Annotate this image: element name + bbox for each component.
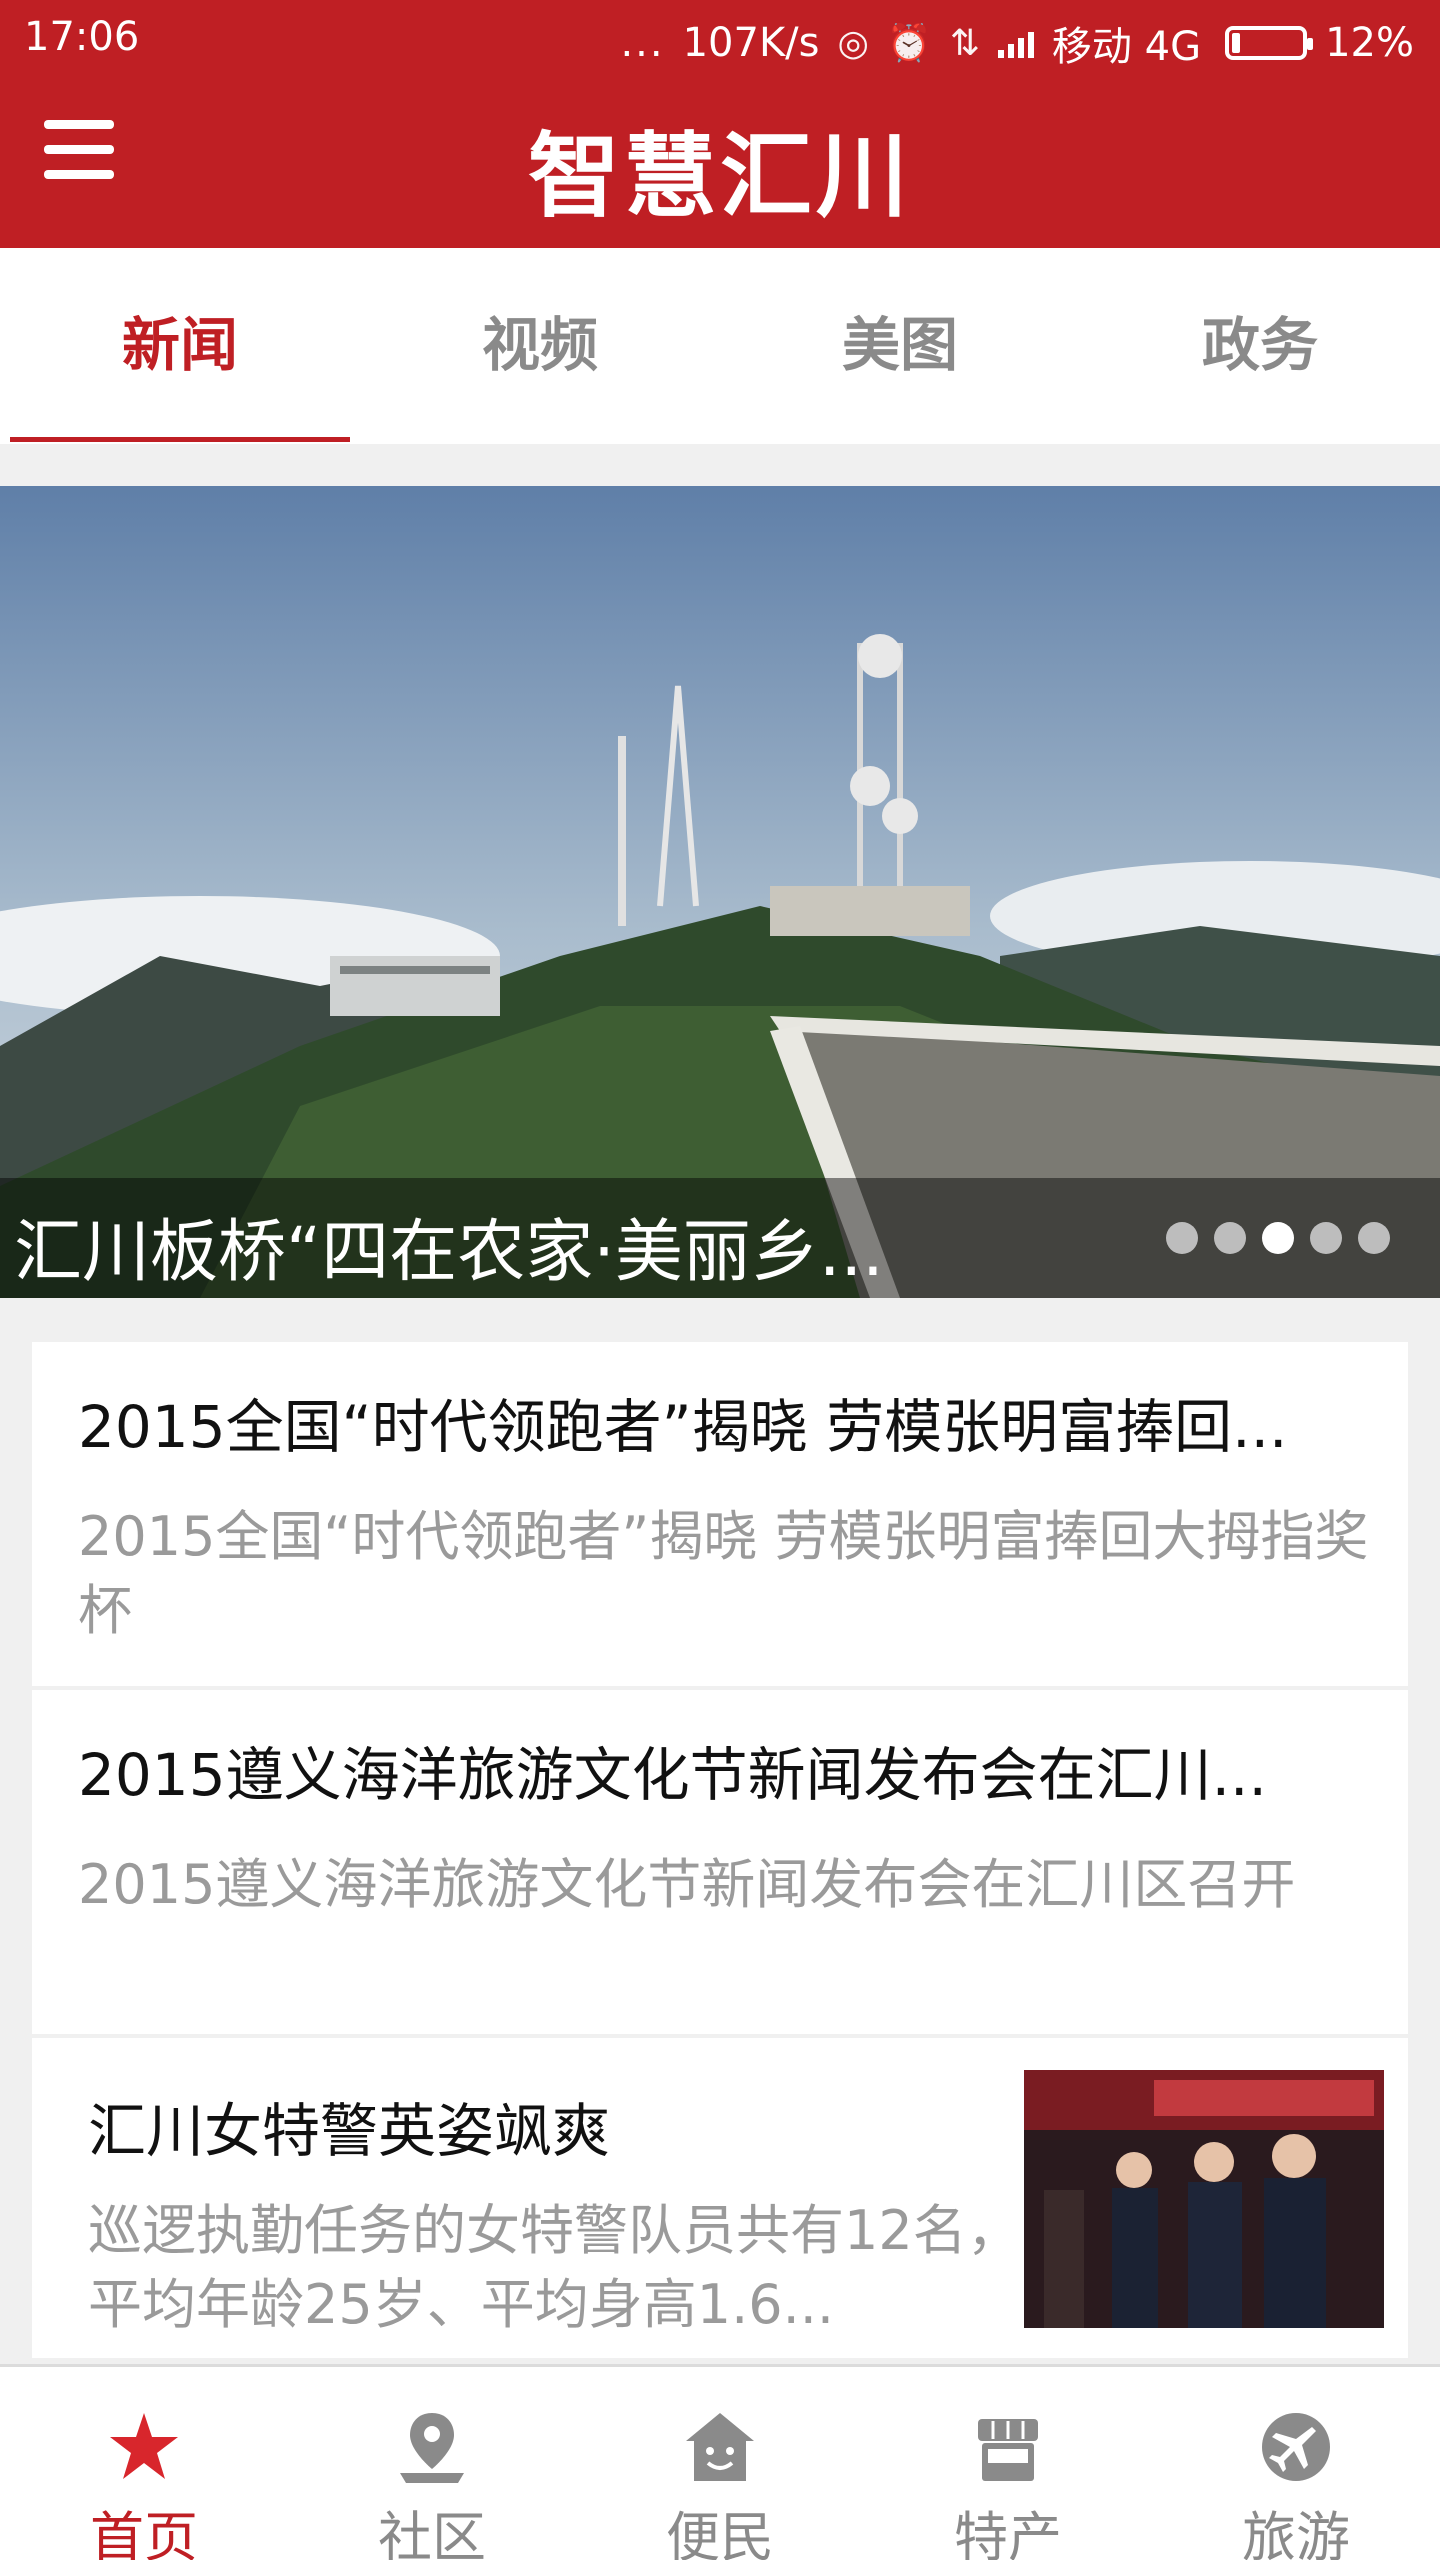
pager-dot[interactable] — [1358, 1222, 1390, 1254]
news-list: 2015全国“时代领跑者”揭晓 劳模张明富捧回... 2015全国“时代领跑者”… — [32, 1342, 1408, 2362]
tab-news[interactable]: 新闻 — [0, 248, 360, 444]
carousel-pager — [1166, 1222, 1390, 1254]
map-pin-icon — [400, 2413, 464, 2483]
tab-photos[interactable]: 美图 — [720, 248, 1080, 444]
nav-travel[interactable]: 旅游 — [1152, 2367, 1440, 2560]
pager-dot[interactable] — [1166, 1222, 1198, 1254]
home-star-icon — [110, 2413, 178, 2479]
carrier-label: 移动 4G — [1051, 24, 1202, 70]
category-tabs: 新闻 视频 美图 政务 — [0, 248, 1440, 444]
pager-dot-active[interactable] — [1262, 1222, 1294, 1254]
news-item[interactable]: 汇川女特警英姿飒爽 巡逻执勤任务的女特警队员共有12名，平均年龄25岁、平均身高… — [32, 2038, 1408, 2358]
news-title: 汇川女特警英姿飒爽 — [88, 2097, 611, 2165]
news-summary: 巡逻执勤任务的女特警队员共有12名，平均年龄25岁、平均身高1.6... — [88, 2199, 1021, 2336]
airplane-icon — [1262, 2413, 1330, 2481]
nav-home[interactable]: 首页 — [0, 2367, 288, 2560]
status-time: 17:06 — [24, 14, 140, 60]
news-item[interactable]: 2015全国“时代领跑者”揭晓 劳模张明富捧回... 2015全国“时代领跑者”… — [32, 1342, 1408, 1686]
battery-fill — [1232, 33, 1241, 53]
house-smile-icon — [686, 2413, 754, 2481]
news-thumbnail — [1024, 2070, 1384, 2328]
tab-video[interactable]: 视频 — [360, 248, 720, 444]
nav-community[interactable]: 社区 — [288, 2367, 576, 2560]
nav-services[interactable]: 便民 — [576, 2367, 864, 2560]
shop-icon — [978, 2419, 1038, 2481]
news-title: 2015遵义海洋旅游文化节新闻发布会在汇川... — [78, 1741, 1267, 1809]
banner-caption: 汇川板桥“四在农家·美丽乡... — [14, 1213, 884, 1292]
battery-percent: 12% — [1325, 20, 1414, 66]
sync-icon: ◎ — [837, 22, 869, 64]
pager-dot[interactable] — [1214, 1222, 1246, 1254]
nav-label: 便民 — [666, 2506, 774, 2560]
status-bar: 17:06 ... 107K/s ◎ ⏰ ⇅ 移动 4G 12% — [0, 0, 1440, 76]
banner-carousel[interactable]: 汇川板桥“四在农家·美丽乡... — [0, 486, 1440, 1298]
status-right: ... 107K/s ◎ ⏰ ⇅ 移动 4G 12% — [620, 14, 1414, 72]
status-dots: ... — [620, 20, 665, 66]
nav-label: 首页 — [90, 2506, 198, 2560]
battery-icon — [1225, 26, 1314, 60]
alarm-icon: ⏰ — [886, 23, 932, 64]
tab-government[interactable]: 政务 — [1080, 248, 1440, 444]
news-summary: 2015全国“时代领跑者”揭晓 劳模张明富捧回大拇指奖杯 — [78, 1505, 1369, 1642]
news-item[interactable]: 2015遵义海洋旅游文化节新闻发布会在汇川... 2015遵义海洋旅游文化节新闻… — [32, 1690, 1408, 2034]
nav-label: 特产 — [954, 2506, 1062, 2560]
data-transfer-icon: ⇅ — [949, 22, 980, 64]
net-speed: 107K/s — [682, 20, 820, 66]
nav-label: 社区 — [378, 2506, 486, 2560]
news-summary: 2015遵义海洋旅游文化节新闻发布会在汇川区召开 — [78, 1853, 1296, 1916]
banner-image — [0, 486, 1440, 1298]
bottom-nav: 首页 社区 便民 特产 旅游 — [0, 2364, 1440, 2560]
signal-icon — [997, 28, 1034, 58]
banner-caption-bar: 汇川板桥“四在农家·美丽乡... — [0, 1178, 1440, 1298]
app-header: 17:06 ... 107K/s ◎ ⏰ ⇅ 移动 4G 12% 智慧汇川 — [0, 0, 1440, 248]
nav-specialty[interactable]: 特产 — [864, 2367, 1152, 2560]
nav-label: 旅游 — [1242, 2506, 1350, 2560]
pager-dot[interactable] — [1310, 1222, 1342, 1254]
app-title: 智慧汇川 — [527, 122, 912, 230]
news-title: 2015全国“时代领跑者”揭晓 劳模张明富捧回... — [78, 1393, 1288, 1461]
